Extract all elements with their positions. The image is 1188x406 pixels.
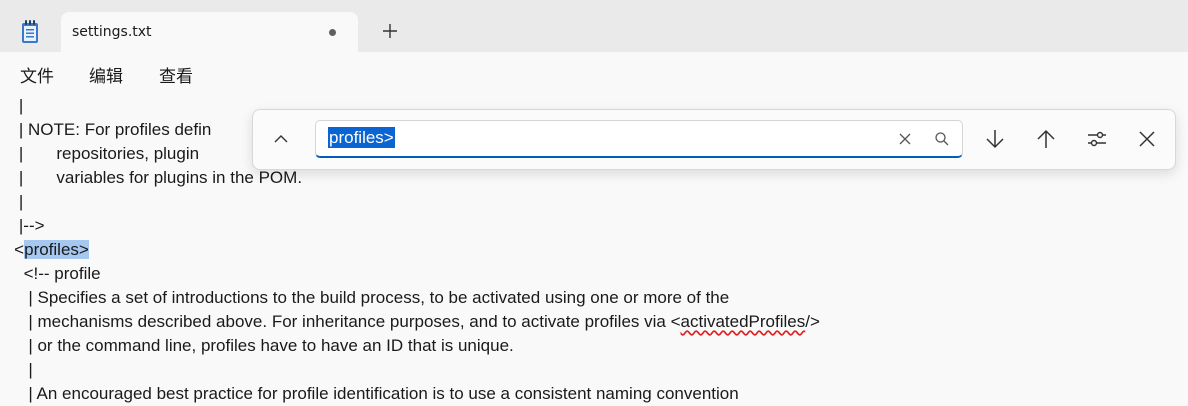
menu-view[interactable]: 查看: [159, 62, 193, 87]
chevron-up-icon: [274, 135, 288, 143]
close-icon: [1139, 131, 1155, 147]
find-input[interactable]: profiles>: [328, 127, 395, 148]
close-find-button[interactable]: [1129, 121, 1165, 157]
editor-line: | mechanisms described above. For inheri…: [0, 310, 820, 334]
editor-line: | Specifies a set of introductions to th…: [0, 288, 730, 307]
editor-line: | NOTE: For profiles defin: [0, 120, 212, 139]
editor-line: |: [0, 360, 33, 379]
editor-line-match: <profiles>: [0, 238, 89, 262]
spellcheck-word: activatedProfiles: [680, 312, 806, 331]
editor-line: <!-- profile: [0, 264, 101, 283]
find-input-box[interactable]: profiles>: [315, 120, 963, 158]
previous-match-button[interactable]: [1028, 121, 1064, 157]
title-bar: settings.txt: [0, 0, 1188, 52]
sliders-icon: [1088, 131, 1106, 147]
arrow-up-icon: [1037, 129, 1055, 148]
editor-line: | repositories, plugin: [0, 144, 200, 163]
collapse-replace-button[interactable]: [263, 121, 299, 157]
editor-line: |: [0, 96, 24, 115]
search-match-highlight: profiles>: [24, 240, 89, 259]
new-tab-plus-icon[interactable]: [379, 20, 401, 42]
find-input-text: profiles>: [328, 127, 395, 148]
line-text: | mechanisms described above. For inheri…: [0, 312, 681, 331]
tab-title: settings.txt: [72, 24, 152, 40]
line-prefix: <: [0, 240, 25, 259]
unsaved-dot-icon[interactable]: [329, 29, 336, 36]
editor-line: | An encouraged best practice for profil…: [0, 384, 739, 403]
arrow-down-icon: [986, 130, 1004, 149]
notepad-icon[interactable]: [20, 20, 40, 44]
editor-line: | or the command line, profiles have to …: [0, 336, 514, 355]
menu-edit[interactable]: 编辑: [89, 62, 123, 87]
editor-line: |-->: [0, 216, 45, 235]
clear-icon[interactable]: [896, 130, 914, 148]
editor-line: |: [0, 192, 24, 211]
search-icon[interactable]: [933, 130, 951, 148]
find-bar: profiles>: [252, 109, 1176, 170]
next-match-button[interactable]: [977, 121, 1013, 157]
find-options-button[interactable]: [1079, 121, 1115, 157]
menu-file[interactable]: 文件: [20, 62, 54, 87]
tab-settings-txt[interactable]: settings.txt: [61, 12, 358, 52]
menu-bar: 文件 编辑 查看: [0, 52, 1188, 95]
line-tail: />: [805, 312, 820, 331]
